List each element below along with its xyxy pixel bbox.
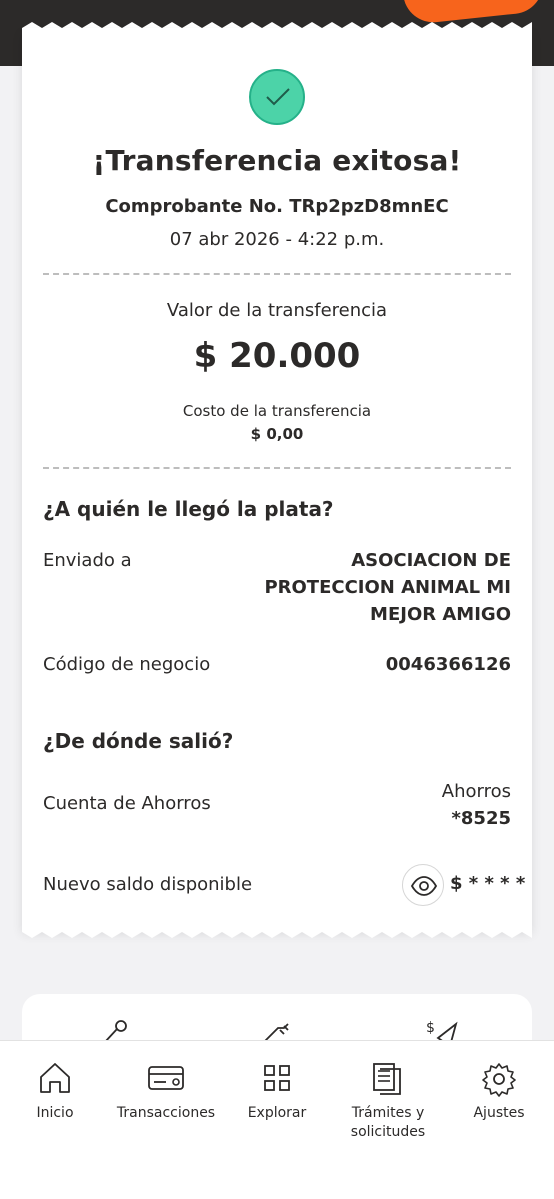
business-code-label: Código de negocio <box>43 654 211 675</box>
transfer-amount: $ 20.000 <box>193 336 361 376</box>
account-type: Ahorros <box>441 781 511 802</box>
account-number: *8525 <box>451 808 511 829</box>
recipient-name: ASOCIACION DE PROTECCION ANIMAL MI MEJOR… <box>264 547 511 628</box>
receipt-bottom-edge <box>22 926 532 938</box>
documents-icon <box>373 1063 401 1095</box>
home-icon <box>40 1063 70 1093</box>
account-label: Cuenta de Ahorros <box>43 793 211 814</box>
svg-text:$: $ <box>426 1020 435 1036</box>
recipient-name-line: MEJOR AMIGO <box>370 604 511 625</box>
cost-value: $ 0,00 <box>250 425 304 443</box>
tab-label: Transacciones <box>116 1105 216 1121</box>
tab-label: Trámites y solicitudes <box>350 1105 426 1140</box>
success-check-icon <box>249 69 305 125</box>
voucher-number: Comprobante No. TRp2pzD8mnEC <box>105 196 449 217</box>
recipient-section-title: ¿A quién le llegó la plata? <box>43 497 334 521</box>
divider <box>43 467 511 469</box>
source-section-title: ¿De dónde salió? <box>43 729 234 753</box>
gear-icon <box>482 1063 516 1097</box>
page-title: ¡Transferencia exitosa! <box>92 144 462 177</box>
business-code-value: 0046366126 <box>385 654 511 675</box>
tab-label: Explorar <box>247 1105 307 1121</box>
balance-label: Nuevo saldo disponible <box>43 874 253 895</box>
tab-label: Inicio <box>36 1105 74 1121</box>
divider <box>43 273 511 275</box>
recipient-name-line: ASOCIACION DE <box>351 550 511 571</box>
cost-label: Costo de la transferencia <box>182 402 372 420</box>
eye-icon <box>411 876 437 896</box>
recipient-name-line: PROTECCION ANIMAL MI <box>264 577 511 598</box>
card-icon <box>148 1066 184 1090</box>
tab-label: Ajustes <box>473 1105 525 1121</box>
sent-to-label: Enviado a <box>43 550 132 571</box>
grid-icon <box>264 1065 290 1091</box>
account-info: Ahorros *8525 <box>442 778 511 832</box>
transfer-datetime: 07 abr 2026 - 4:22 p.m. <box>169 229 385 250</box>
amount-label: Valor de la transferencia <box>166 300 388 321</box>
masked-balance: $ * * * * <box>450 873 526 894</box>
bottom-navigation: Inicio Transacciones Explorar Trámites y… <box>0 1040 554 1199</box>
show-balance-button[interactable] <box>402 864 444 906</box>
